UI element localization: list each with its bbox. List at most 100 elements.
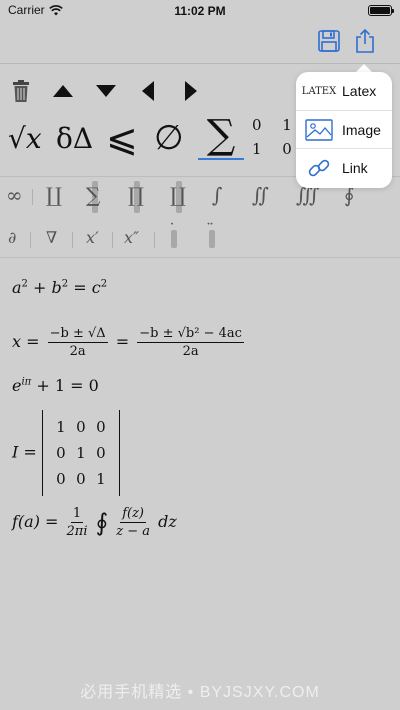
- move-down-button[interactable]: [91, 76, 121, 106]
- popover-label: Link: [342, 159, 368, 176]
- matrix-cell: 0: [56, 444, 66, 462]
- denominator: z − a: [116, 524, 150, 539]
- fraction: f(z) z − a: [116, 506, 150, 539]
- delete-button[interactable]: [6, 76, 36, 106]
- popover-item-link[interactable]: Link: [296, 148, 392, 186]
- matrix-cell: 1: [96, 470, 106, 488]
- latex-icon: LATEX: [296, 86, 342, 97]
- trash-icon: [13, 80, 29, 102]
- fraction: −b ± √b² − 4ac 2a: [137, 326, 244, 359]
- matrix-cell: 0: [56, 470, 66, 488]
- separator: [72, 232, 73, 248]
- fraction: 1 2πi: [67, 506, 88, 539]
- leqslant-symbol-button[interactable]: ⩽: [106, 116, 138, 160]
- matrix-cell: 1: [76, 444, 86, 462]
- popover-item-image[interactable]: Image: [296, 110, 392, 148]
- var-c: c: [91, 278, 101, 297]
- link-icon: [296, 156, 342, 180]
- integral-button[interactable]: ∫: [212, 183, 222, 207]
- matrix-row1[interactable]: 0 1: [252, 116, 300, 134]
- prime-button[interactable]: x′: [86, 228, 99, 247]
- share-icon: [356, 28, 374, 53]
- coproduct-button[interactable]: ∐: [46, 183, 62, 207]
- image-icon: [296, 118, 342, 141]
- matrix-label: I =: [12, 442, 37, 462]
- equation-euler[interactable]: eiπ + 1 = 0: [12, 376, 99, 395]
- latex-logo-text: LATEX: [301, 85, 337, 97]
- separator: [154, 232, 155, 248]
- delta-symbol-button[interactable]: δΔ: [56, 122, 93, 155]
- separator: [30, 232, 31, 248]
- popover-label: Latex: [342, 83, 377, 99]
- arrow-right-icon: [185, 81, 197, 101]
- floppy-disk-icon: [318, 30, 340, 52]
- denominator: 2πi: [66, 524, 88, 539]
- matrix-cell: 1: [56, 418, 66, 436]
- matrix-cell: 0: [76, 470, 86, 488]
- accent-palette: ∂ ∇ x′ x″ ˙ ¨: [0, 220, 400, 258]
- navigation-bar: [0, 20, 400, 64]
- dot-accent-button[interactable]: ˙: [168, 220, 176, 239]
- equation-quadratic[interactable]: x = −b ± √Δ 2a = −b ± √b² − 4ac 2a: [12, 326, 247, 359]
- numerator: f(z): [120, 506, 146, 523]
- matrix-row2[interactable]: 1 0: [252, 140, 300, 158]
- nabla-button[interactable]: ∇: [46, 228, 57, 247]
- move-right-button[interactable]: [176, 76, 206, 106]
- double-prime-button[interactable]: x″: [124, 228, 139, 247]
- separator: [32, 189, 33, 205]
- matrix-row: 0 0 1: [51, 466, 111, 492]
- matrix-row: 1 0 0: [51, 414, 111, 440]
- arrow-up-icon: [53, 85, 73, 97]
- identity-matrix: 1 0 0 0 1 0 0 0 1: [41, 410, 120, 496]
- var-b: b: [51, 278, 62, 297]
- move-left-button[interactable]: [133, 76, 163, 106]
- product-button[interactable]: ∏: [128, 183, 144, 207]
- fraction: −b ± √Δ 2a: [47, 326, 108, 359]
- matrix-row: 0 1 0: [51, 440, 111, 466]
- exponent: 2: [61, 278, 69, 290]
- popover-item-latex[interactable]: LATEX Latex: [296, 72, 392, 110]
- var-a: a: [12, 278, 22, 297]
- sum-operator-button[interactable]: ∑: [86, 183, 100, 207]
- arrow-down-icon: [96, 85, 116, 97]
- equation-cauchy[interactable]: f(a) = 1 2πi ∮ f(z) z − a dz: [12, 506, 177, 539]
- separator: [112, 232, 113, 248]
- matrix-cell: 0: [96, 444, 106, 462]
- sqrt-symbol-button[interactable]: √x: [8, 122, 42, 155]
- denominator: 2a: [69, 344, 86, 359]
- infinity-button[interactable]: ∞: [6, 183, 23, 207]
- exponent: iπ: [21, 376, 32, 388]
- differential: dz: [158, 512, 177, 531]
- matrix-table: 1 0 0 0 1 0 0 0 1: [51, 414, 111, 492]
- denominator: 2a: [182, 344, 199, 359]
- share-button[interactable]: [350, 26, 380, 56]
- equation-pythagoras[interactable]: a2 + b2 = c2: [12, 278, 107, 297]
- watermark: 必用手机精选 • BYJSJXY.COM: [80, 684, 320, 701]
- equation-identity-matrix[interactable]: I = 1 0 0 0 1 0 0 0 1: [12, 410, 120, 496]
- ddot-accent-button[interactable]: ¨: [206, 220, 214, 239]
- status-time: 11:02 PM: [174, 4, 226, 18]
- matrix-cell: 0: [96, 418, 106, 436]
- emptyset-symbol-button[interactable]: ∅: [154, 118, 184, 158]
- lhs: f(a) =: [12, 512, 59, 531]
- arrow-left-icon: [142, 81, 154, 101]
- exponent: 2: [21, 278, 28, 290]
- exponent: 2: [100, 278, 108, 290]
- save-button[interactable]: [314, 26, 344, 56]
- matrix-cell: 0: [76, 418, 86, 436]
- sum-symbol-button[interactable]: ∑: [198, 112, 244, 160]
- numerator: 1: [70, 506, 84, 523]
- partial-button[interactable]: ∂: [8, 228, 16, 247]
- coproduct2-button[interactable]: ∐: [170, 183, 186, 207]
- numerator: −b ± √b² − 4ac: [137, 326, 244, 343]
- equals-sign: =: [73, 278, 87, 297]
- double-integral-button[interactable]: ∬: [252, 183, 269, 207]
- var-x: x: [12, 332, 22, 351]
- equals-sign: =: [115, 332, 130, 351]
- move-up-button[interactable]: [48, 76, 78, 106]
- contour-integral: ∮: [95, 508, 109, 537]
- equation-rest: + 1 = 0: [36, 376, 99, 395]
- plus-sign: +: [33, 278, 47, 297]
- numerator: −b ± √Δ: [47, 326, 108, 343]
- popover-label: Image: [342, 121, 381, 138]
